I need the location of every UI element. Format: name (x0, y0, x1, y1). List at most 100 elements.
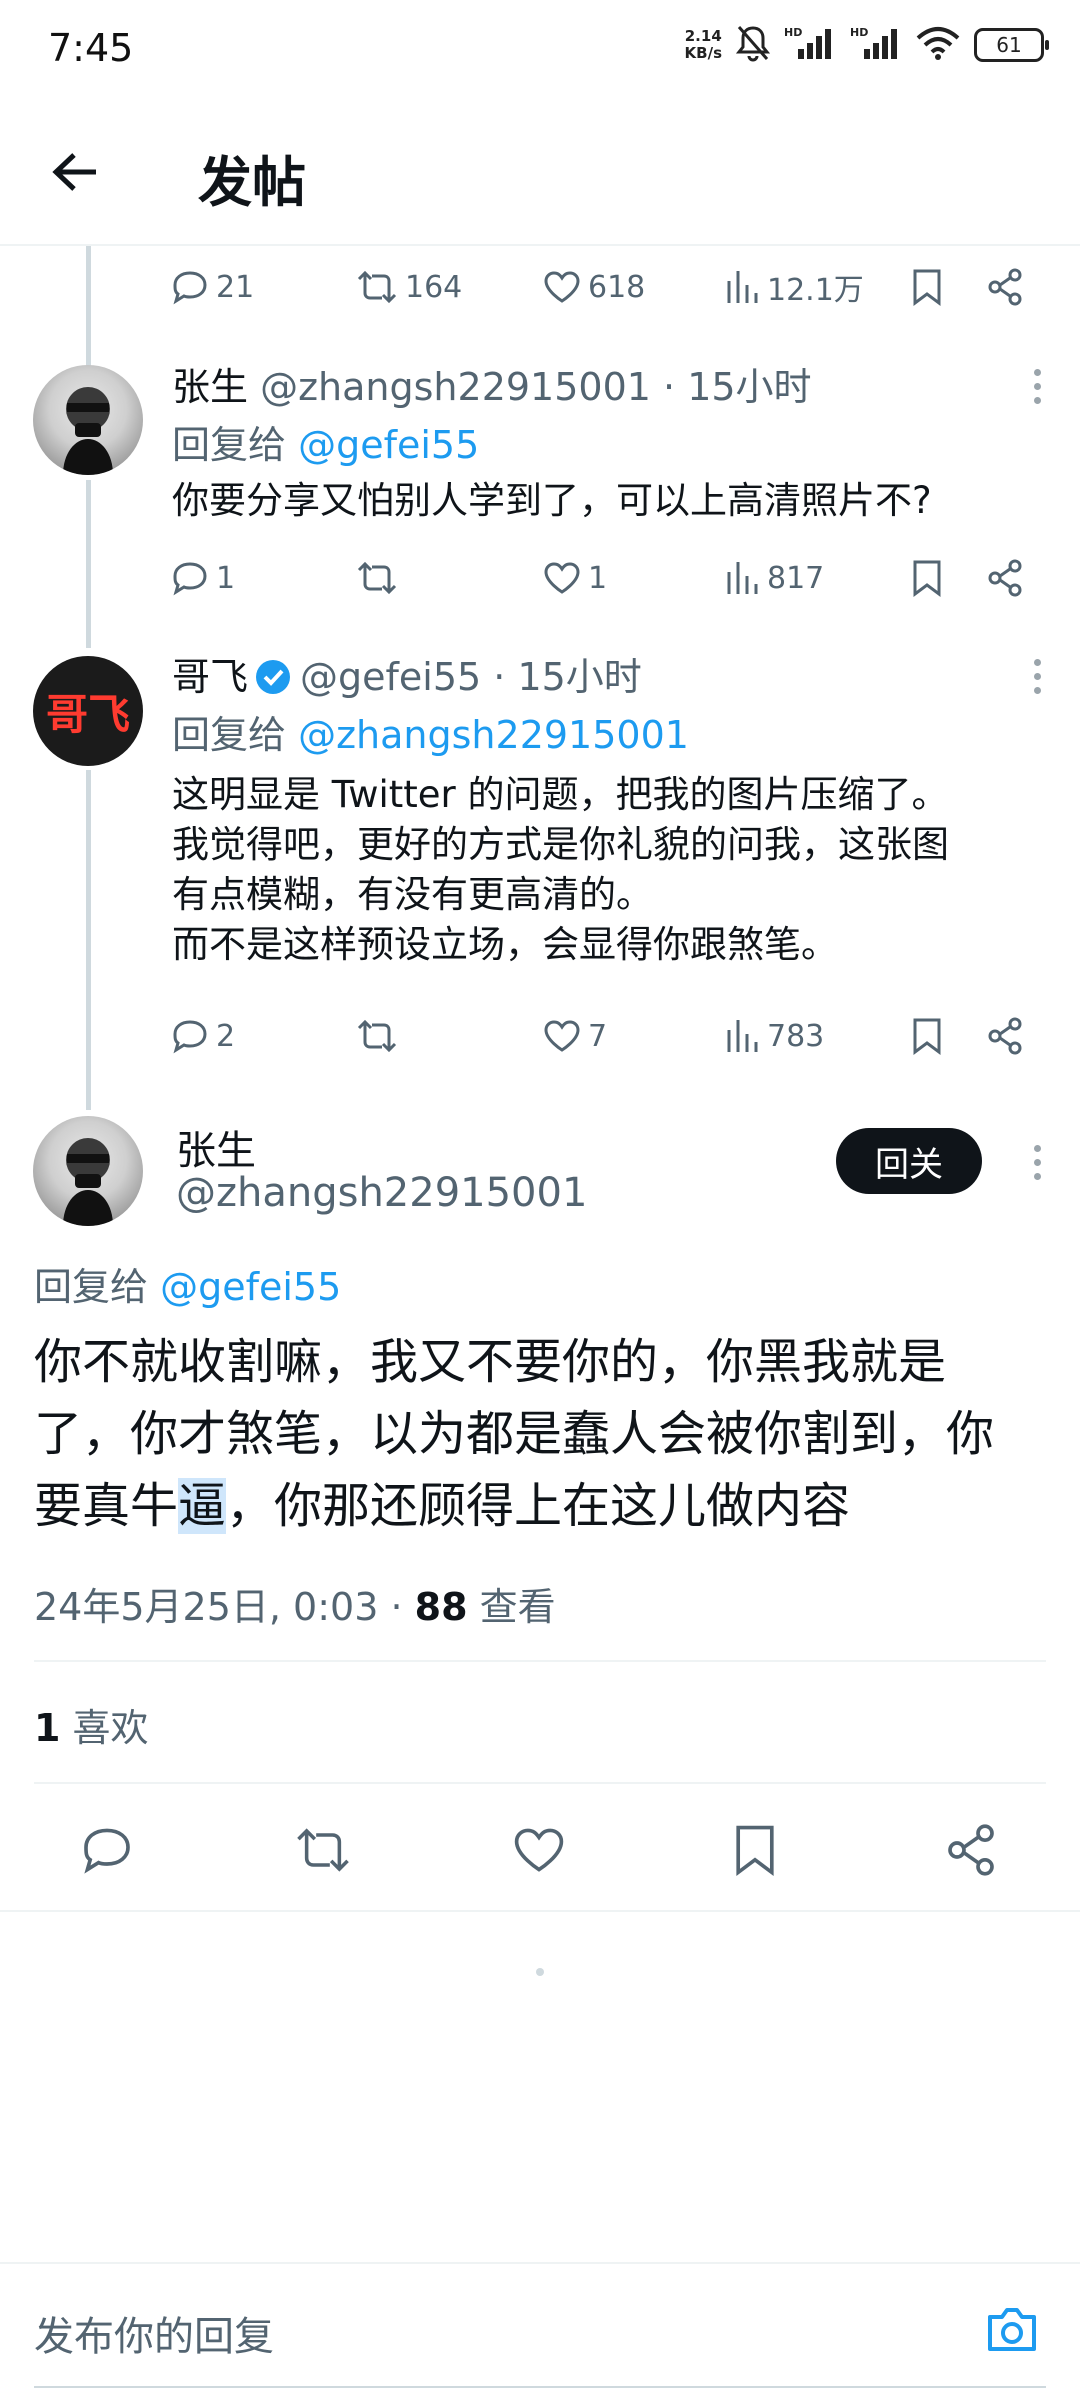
bookmark-button[interactable] (910, 558, 944, 598)
home-indicator (34, 2386, 1046, 2388)
author-handle[interactable]: @zhangsh22915001 (260, 365, 651, 409)
bookmark-button[interactable] (720, 1815, 790, 1885)
tweet-timestamp: 24年5月25日, 0:03 · (34, 1585, 403, 1629)
share-button[interactable] (936, 1815, 1006, 1885)
reply-button[interactable] (72, 1815, 142, 1885)
share-button[interactable] (985, 558, 1025, 598)
bookmark-button[interactable] (910, 1016, 944, 1056)
views-button[interactable]: 783 (725, 1016, 824, 1056)
verified-badge-icon (256, 659, 291, 694)
divider (0, 1910, 1080, 1912)
retweet-button[interactable] (288, 1815, 358, 1885)
text-segment: ，你那还顾得上在这儿做内容 (226, 1478, 851, 1534)
like-button[interactable]: 7 (542, 1016, 607, 1056)
like-total: 1 (34, 1706, 61, 1750)
page-title: 发帖 (198, 151, 306, 214)
signal-icon: HD (784, 25, 836, 65)
heart-icon (544, 271, 580, 303)
retweet-icon (297, 1828, 349, 1872)
like-button[interactable] (504, 1815, 574, 1885)
like-button[interactable]: 618 (542, 267, 645, 307)
share-button[interactable] (985, 267, 1025, 307)
reply-input[interactable]: 发布你的回复 (34, 2304, 274, 2362)
tweet-text: 你不就收割嘛，我又不要你的，你黑我就是 了，你才煞笔，以为都是蠢人会被你割到，你… (34, 1326, 1054, 1542)
divider (34, 1782, 1046, 1784)
thread-line (86, 770, 91, 1110)
reply-mention-link[interactable]: @zhangsh22915001 (298, 713, 689, 757)
share-icon (988, 1017, 1022, 1055)
reply-mention-link[interactable]: @gefei55 (298, 423, 479, 467)
tweet-action-bar: 21 164 618 12.1万 (170, 257, 1030, 317)
likes-summary[interactable]: 1 喜欢 (34, 1697, 149, 1752)
tweet-meta: 24年5月25日, 0:03 · 88 查看 (34, 1576, 556, 1631)
like-count: 1 (588, 560, 608, 596)
tweet-text-line: 我觉得吧，更好的方式是你礼貌的问我，这张图 (172, 823, 949, 866)
retweet-count: 164 (405, 269, 463, 305)
view-count: 817 (767, 560, 825, 596)
view-count: 783 (767, 1018, 825, 1054)
reply-button[interactable]: 2 (170, 1016, 235, 1056)
author-handle[interactable]: @gefei55 (300, 655, 481, 699)
main-action-bar (0, 1815, 1080, 1885)
tweet-header: 张生 @zhangsh22915001 · 15小时 (172, 356, 812, 411)
view-label: 查看 (479, 1585, 556, 1629)
reply-count: 21 (216, 269, 255, 305)
back-arrow-icon[interactable] (44, 140, 108, 204)
follow-back-button[interactable]: 回关 (836, 1128, 982, 1194)
views-button[interactable]: 12.1万 (725, 265, 864, 309)
author-name[interactable]: 张生 (176, 1118, 256, 1176)
reply-mention-link[interactable]: @gefei55 (160, 1265, 341, 1309)
net-speed: 2.14 KB/s (685, 28, 722, 62)
tweet-text-line: 要真牛逼，你那还顾得上在这儿做内容 (34, 1470, 1054, 1542)
avatar[interactable] (33, 365, 143, 475)
selected-text[interactable]: 逼 (178, 1478, 227, 1534)
heart-icon (544, 562, 580, 594)
battery-level: 61 (996, 33, 1022, 57)
author-handle[interactable]: @zhangsh22915001 (176, 1170, 587, 1216)
avatar[interactable] (33, 1116, 143, 1226)
reply-button[interactable]: 1 (170, 558, 235, 598)
reply-icon (173, 562, 207, 596)
more-options-icon[interactable] (1022, 1132, 1052, 1192)
camera-icon[interactable] (980, 2298, 1044, 2362)
view-count: 12.1万 (767, 273, 864, 308)
battery-icon: 61 (974, 28, 1049, 62)
more-options-icon[interactable] (1022, 356, 1052, 416)
retweet-button[interactable] (355, 1016, 405, 1056)
heart-icon (544, 1020, 580, 1052)
retweet-icon (357, 1019, 397, 1053)
reply-composer[interactable]: 发布你的回复 (0, 2262, 1080, 2400)
retweet-icon (357, 561, 397, 595)
tweet-action-bar: 1 1 817 (170, 548, 1030, 608)
retweet-button[interactable] (355, 558, 405, 598)
share-button[interactable] (985, 1016, 1025, 1056)
reply-icon (173, 1020, 207, 1054)
retweet-icon (357, 270, 397, 304)
avatar[interactable]: 哥飞 (33, 656, 143, 766)
author-name[interactable]: 张生 (172, 365, 248, 409)
retweet-button[interactable]: 164 (355, 267, 462, 307)
views-button[interactable]: 817 (725, 558, 824, 598)
bookmark-icon (736, 1825, 774, 1877)
bookmark-icon (913, 269, 941, 306)
bookmark-icon (913, 1018, 941, 1055)
author-name[interactable]: 哥飞 (172, 655, 248, 699)
more-options-icon[interactable] (1022, 646, 1052, 706)
signal-icon-2: HD (850, 25, 902, 65)
tweet-text-line: 而不是这样预设立场，会显得你跟煞笔。 (172, 923, 838, 966)
share-icon (988, 268, 1022, 306)
reply-button[interactable]: 21 (170, 267, 254, 307)
mute-bell-icon (735, 24, 771, 66)
net-speed-value: 2.14 (684, 27, 722, 45)
bookmark-button[interactable] (910, 267, 944, 307)
heart-icon (514, 1828, 564, 1872)
reply-count: 1 (216, 560, 236, 596)
views-chart-icon (727, 1020, 758, 1052)
tweet-text-line: 了，你才煞笔，以为都是蠢人会被你割到，你 (34, 1406, 995, 1462)
thread-line (86, 480, 91, 648)
like-button[interactable]: 1 (542, 558, 607, 598)
signal-label-2: HD (850, 26, 868, 39)
thread-line (86, 246, 91, 368)
like-label: 喜欢 (72, 1706, 149, 1750)
view-count: 88 (414, 1585, 468, 1629)
